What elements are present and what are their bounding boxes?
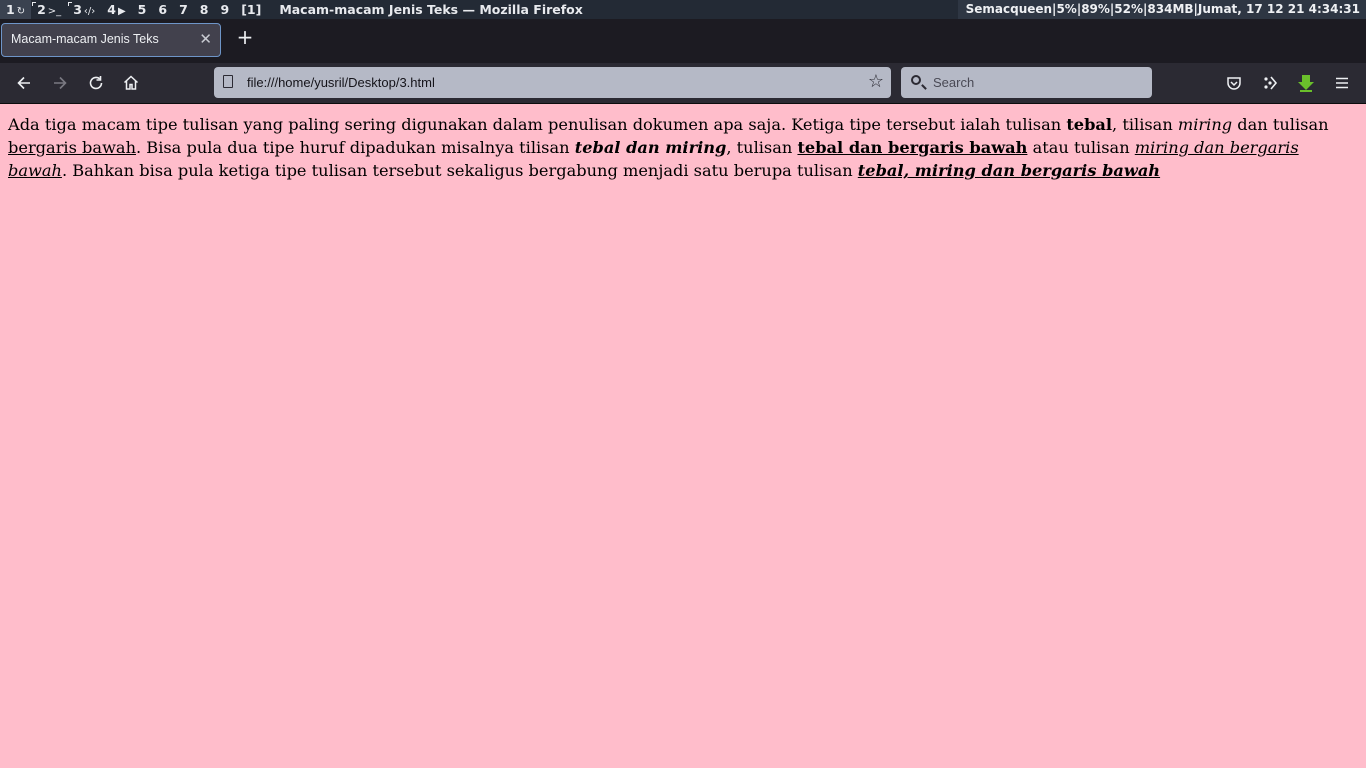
tab-active[interactable]: Macam-macam Jenis Teks ✕	[1, 23, 221, 57]
workspace-number: 6	[158, 2, 168, 17]
paragraph: Ada tiga macam tipe tulisan yang paling …	[0, 104, 1366, 182]
corner-marker-icon	[68, 2, 73, 6]
search-input[interactable]: Search	[933, 75, 974, 90]
page-content: Ada tiga macam tipe tulisan yang paling …	[0, 104, 1366, 768]
refresh-icon: ↻	[16, 6, 26, 17]
text-segment: Ada tiga macam tipe tulisan yang paling …	[8, 115, 1067, 134]
close-tab-icon[interactable]: ✕	[199, 30, 212, 48]
workspace-number: 2	[37, 2, 46, 17]
extensions-icon[interactable]	[1260, 73, 1280, 93]
workspace-number: 1	[6, 2, 15, 17]
back-arrow-icon[interactable]	[14, 73, 34, 93]
workspace-8[interactable]: 8	[194, 0, 215, 19]
layout-indicator[interactable]: [1]	[235, 0, 267, 19]
home-icon[interactable]	[121, 73, 141, 93]
bold-text: tebal	[1066, 115, 1113, 134]
workspace-7[interactable]: 7	[173, 0, 194, 19]
text-segment: . Bisa pula dua tipe huruf dipadukan mis…	[136, 138, 575, 157]
url-bar[interactable]: file:///home/yusril/Desktop/3.html ☆	[214, 67, 891, 98]
system-top-bar: 1 ↻ 2 >_ 3 ‹/› 4 ▶ 5 6 7 8 9 [1] Macam-macam…	[0, 0, 1366, 19]
new-tab-button[interactable]: +	[234, 26, 256, 48]
workspace-5[interactable]: 5	[132, 0, 153, 19]
workspace-4[interactable]: 4 ▶	[101, 0, 131, 19]
terminal-icon: >_	[47, 6, 62, 17]
text-segment: . Bahkan bisa pula ketiga tipe tulisan t…	[61, 161, 858, 180]
layout-indicator-label: [1]	[241, 2, 262, 17]
url-text[interactable]: file:///home/yusril/Desktop/3.html	[247, 75, 435, 90]
corner-marker-icon	[32, 2, 37, 6]
text-segment: dan tulisan	[1232, 115, 1329, 134]
text-segment: , tilisan	[1112, 115, 1178, 134]
tab-bar: Macam-macam Jenis Teks ✕ +	[0, 19, 1366, 63]
download-icon[interactable]	[1296, 73, 1316, 93]
code-icon: ‹/›	[83, 6, 96, 17]
reload-icon[interactable]	[86, 73, 106, 93]
workspace-number: 8	[199, 2, 209, 17]
workspace-number: 5	[137, 2, 147, 17]
text-segment: , tulisan	[726, 138, 798, 157]
search-icon	[911, 75, 921, 85]
bookmark-star-icon[interactable]: ☆	[868, 71, 884, 93]
workspace-number: 3	[73, 2, 82, 17]
search-bar[interactable]: Search	[901, 67, 1152, 98]
workspace-number: 4	[107, 2, 116, 17]
window-title: Macam-macam Jenis Teks — Mozilla Firefox	[279, 2, 583, 17]
workspace-1[interactable]: 1 ↻	[0, 0, 32, 19]
status-readout: Semacqueen|5%|89%|52%|834MB|Jumat, 17 12…	[957, 0, 1366, 19]
bold-italic-text: tebal dan miring	[574, 138, 727, 157]
workspace-9[interactable]: 9	[214, 0, 235, 19]
bold-underlined-text: tebal dan bergaris bawah	[797, 138, 1028, 157]
workspace-number: 9	[220, 2, 230, 17]
workspace-2[interactable]: 2 >_	[31, 0, 67, 19]
workspace-number: 7	[179, 2, 188, 17]
bold-italic-underlined-text: tebal, miring dan bergaris bawah	[857, 161, 1161, 180]
play-icon: ▶	[117, 6, 126, 17]
text-segment: atau tulisan	[1027, 138, 1135, 157]
tab-title: Macam-macam Jenis Teks	[11, 32, 159, 46]
workspace-6[interactable]: 6	[152, 0, 173, 19]
page-icon	[223, 75, 233, 88]
hamburger-menu-icon[interactable]	[1332, 73, 1352, 93]
pocket-icon[interactable]	[1224, 73, 1244, 93]
workspace-3[interactable]: 3 ‹/›	[67, 0, 101, 19]
underlined-text: bergaris bawah	[8, 138, 137, 157]
navigation-toolbar: file:///home/yusril/Desktop/3.html ☆ Sea…	[0, 63, 1366, 104]
forward-arrow-icon[interactable]	[50, 73, 70, 93]
workspace-switcher: 1 ↻ 2 >_ 3 ‹/› 4 ▶ 5 6 7 8 9 [1]	[0, 0, 267, 19]
italic-text: miring	[1177, 115, 1233, 134]
